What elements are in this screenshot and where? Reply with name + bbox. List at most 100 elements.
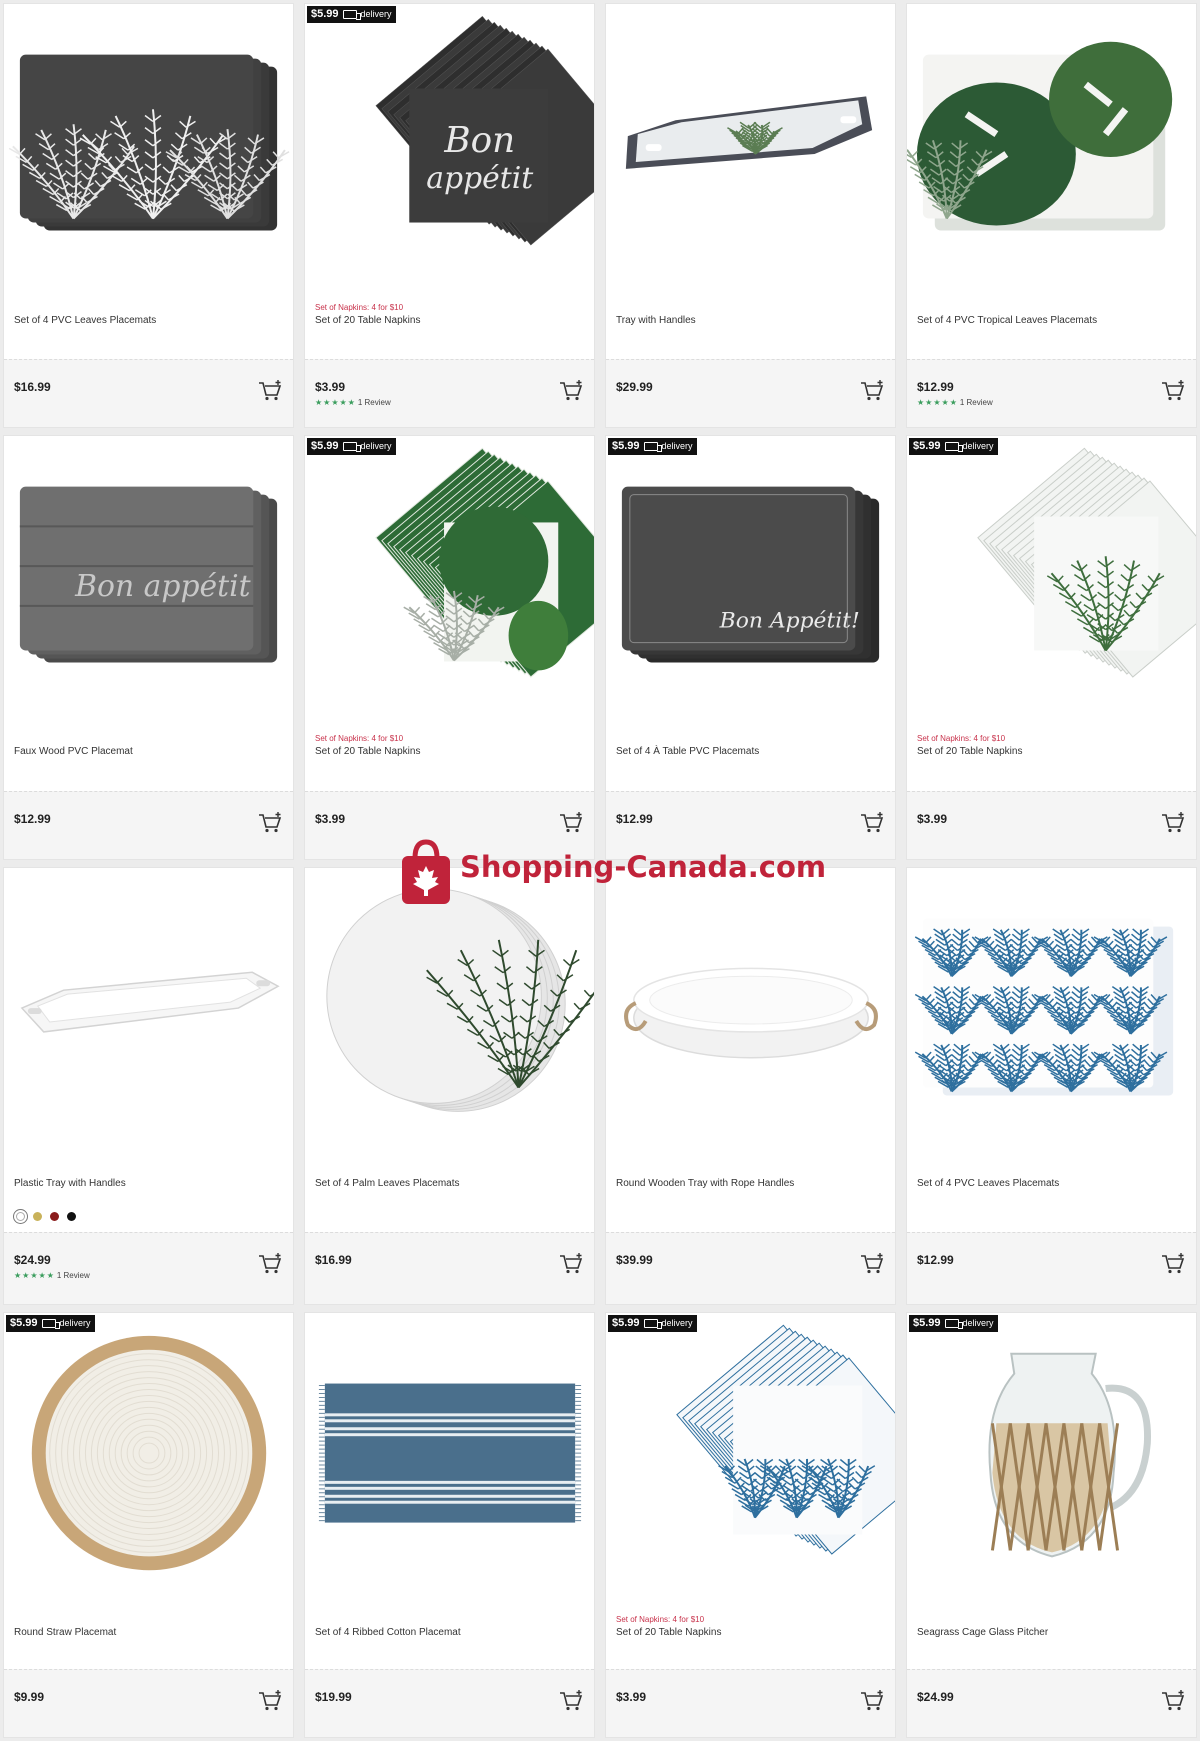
color-swatch[interactable] bbox=[33, 1212, 42, 1221]
product-name[interactable]: Set of 20 Table Napkins bbox=[917, 746, 1022, 757]
truck-icon bbox=[944, 442, 963, 452]
bon-appetit-placemats-image: Bon Appétit! bbox=[621, 486, 880, 663]
truck-icon bbox=[41, 1319, 60, 1329]
product-name[interactable]: Tray with Handles bbox=[616, 315, 696, 326]
product-card[interactable]: Tray with Handles $29.99 bbox=[605, 3, 896, 428]
product-card[interactable]: Bon appétit $5.99 delivery Set of Napkins: … bbox=[304, 3, 595, 428]
product-image[interactable] bbox=[907, 868, 1196, 1168]
product-card[interactable]: $5.99 delivery Seagrass Cage Glass Pitcher… bbox=[906, 1312, 1197, 1738]
badge-label: delivery bbox=[962, 441, 994, 451]
product-image[interactable]: Bon appétit bbox=[4, 436, 293, 736]
product-image[interactable] bbox=[305, 868, 594, 1168]
product-card[interactable]: $5.99 delivery Set of Napkins: 4 for $10 Se… bbox=[605, 1312, 896, 1738]
add-to-cart-icon[interactable] bbox=[558, 810, 584, 834]
product-price: $3.99 bbox=[315, 812, 346, 826]
color-swatch[interactable] bbox=[50, 1212, 59, 1221]
product-name[interactable]: Faux Wood PVC Placemat bbox=[14, 746, 133, 757]
product-card[interactable]: Set of 4 Palm Leaves Placemats $16.99 bbox=[304, 867, 595, 1305]
product-image[interactable] bbox=[907, 1313, 1196, 1613]
blue-cotton-placemat-image bbox=[318, 1383, 582, 1523]
product-name[interactable]: Round Straw Placemat bbox=[14, 1627, 116, 1638]
product-image[interactable] bbox=[907, 436, 1196, 736]
promo-text: Set of Napkins: 4 for $10 bbox=[616, 1615, 705, 1624]
card-footer: $24.99 ★★★★★ 1 Review bbox=[4, 1232, 293, 1304]
product-name[interactable]: Round Wooden Tray with Rope Handles bbox=[616, 1178, 794, 1189]
add-to-cart-icon[interactable] bbox=[257, 378, 283, 402]
card-footer: $16.99 bbox=[305, 1232, 594, 1304]
product-price: $16.99 bbox=[14, 380, 51, 394]
product-name[interactable]: Set of 20 Table Napkins bbox=[315, 746, 420, 757]
add-to-cart-icon[interactable] bbox=[859, 1688, 885, 1712]
promo-text: Set of Napkins: 4 for $10 bbox=[315, 734, 404, 743]
add-to-cart-icon[interactable] bbox=[558, 378, 584, 402]
add-to-cart-icon[interactable] bbox=[1160, 1251, 1186, 1275]
add-to-cart-icon[interactable] bbox=[558, 1251, 584, 1275]
product-name[interactable]: Set of 4 PVC Leaves Placemats bbox=[917, 1178, 1059, 1189]
product-name[interactable]: Set of 4 PVC Tropical Leaves Placemats bbox=[917, 315, 1097, 326]
product-card[interactable]: $5.99 delivery Set of Napkins: 4 for $10 Se… bbox=[906, 435, 1197, 860]
product-card[interactable]: Set of 4 PVC Tropical Leaves Placemats $1… bbox=[906, 3, 1197, 428]
straw-placemat-image bbox=[31, 1335, 267, 1571]
product-card[interactable]: $5.99 delivery Round Straw Placemat $9.99 bbox=[3, 1312, 294, 1738]
product-image[interactable] bbox=[606, 868, 895, 1168]
add-to-cart-icon[interactable] bbox=[257, 1251, 283, 1275]
product-card[interactable]: $5.99 delivery Set of Napkins: 4 for $10 Se… bbox=[304, 435, 595, 860]
product-name[interactable]: Plastic Tray with Handles bbox=[14, 1178, 126, 1189]
product-image[interactable] bbox=[606, 1313, 895, 1613]
card-footer: $12.99 bbox=[907, 1232, 1196, 1304]
truck-icon bbox=[643, 442, 662, 452]
badge-price: $5.99 bbox=[10, 1317, 38, 1329]
add-to-cart-icon[interactable] bbox=[257, 1688, 283, 1712]
rating-stars[interactable]: ★★★★★ 1 Review bbox=[917, 398, 993, 407]
promo-text: Set of Napkins: 4 for $10 bbox=[315, 303, 404, 312]
product-name[interactable]: Set of 4 Ribbed Cotton Placemat bbox=[315, 1627, 461, 1638]
product-card[interactable]: Bon Appétit! $5.99 delivery Set of 4 À Tabl… bbox=[605, 435, 896, 860]
add-to-cart-icon[interactable] bbox=[859, 810, 885, 834]
product-name[interactable]: Set of 4 Palm Leaves Placemats bbox=[315, 1178, 460, 1189]
add-to-cart-icon[interactable] bbox=[1160, 1688, 1186, 1712]
product-name[interactable]: Set of 20 Table Napkins bbox=[616, 1627, 721, 1638]
badge-price: $5.99 bbox=[311, 8, 339, 20]
product-image[interactable]: Bon appétit bbox=[305, 4, 594, 304]
product-price: $3.99 bbox=[917, 812, 948, 826]
dark-tray-image bbox=[625, 96, 873, 169]
review-count[interactable]: 1 Review bbox=[960, 398, 993, 407]
product-card[interactable]: Plastic Tray with Handles $24.99 ★★★★★ 1 Re… bbox=[3, 867, 294, 1305]
product-name[interactable]: Set of 4 À Table PVC Placemats bbox=[616, 746, 759, 757]
product-image[interactable] bbox=[606, 4, 895, 304]
review-count[interactable]: 1 Review bbox=[57, 1271, 90, 1280]
svg-text:Bon appétit: Bon appétit bbox=[74, 569, 251, 604]
color-swatch[interactable] bbox=[67, 1212, 76, 1221]
product-image[interactable] bbox=[907, 4, 1196, 304]
add-to-cart-icon[interactable] bbox=[1160, 810, 1186, 834]
product-price: $9.99 bbox=[14, 1690, 45, 1704]
product-image[interactable] bbox=[305, 436, 594, 736]
product-image[interactable] bbox=[4, 1313, 293, 1613]
rating-stars[interactable]: ★★★★★ 1 Review bbox=[14, 1271, 90, 1280]
color-swatch[interactable] bbox=[16, 1212, 25, 1221]
add-to-cart-icon[interactable] bbox=[859, 378, 885, 402]
review-count[interactable]: 1 Review bbox=[358, 398, 391, 407]
add-to-cart-icon[interactable] bbox=[558, 1688, 584, 1712]
badge-price: $5.99 bbox=[913, 440, 941, 452]
product-card[interactable]: Set of 4 PVC Leaves Placemats $16.99 bbox=[3, 3, 294, 428]
rating-stars[interactable]: ★★★★★ 1 Review bbox=[315, 398, 391, 407]
product-card[interactable]: Bon appétit Faux Wood PVC Placemat $12.99 bbox=[3, 435, 294, 860]
product-name[interactable]: Set of 20 Table Napkins bbox=[315, 315, 420, 326]
product-image[interactable] bbox=[4, 4, 293, 304]
add-to-cart-icon[interactable] bbox=[859, 1251, 885, 1275]
product-image[interactable]: Bon Appétit! bbox=[606, 436, 895, 736]
product-name[interactable]: Seagrass Cage Glass Pitcher bbox=[917, 1627, 1048, 1638]
product-image[interactable] bbox=[4, 868, 293, 1168]
add-to-cart-icon[interactable] bbox=[257, 810, 283, 834]
add-to-cart-icon[interactable] bbox=[1160, 378, 1186, 402]
product-card[interactable]: Set of 4 Ribbed Cotton Placemat $19.99 bbox=[304, 1312, 595, 1738]
product-image[interactable] bbox=[305, 1313, 594, 1613]
product-card[interactable]: Set of 4 PVC Leaves Placemats $12.99 bbox=[906, 867, 1197, 1305]
product-card[interactable]: Round Wooden Tray with Rope Handles $39.9… bbox=[605, 867, 896, 1305]
product-price: $12.99 bbox=[917, 380, 954, 394]
product-price: $3.99 bbox=[315, 380, 346, 394]
product-price: $12.99 bbox=[14, 812, 51, 826]
bon-appetit-napkins-image: Bon appétit bbox=[375, 15, 594, 246]
product-name[interactable]: Set of 4 PVC Leaves Placemats bbox=[14, 315, 156, 326]
